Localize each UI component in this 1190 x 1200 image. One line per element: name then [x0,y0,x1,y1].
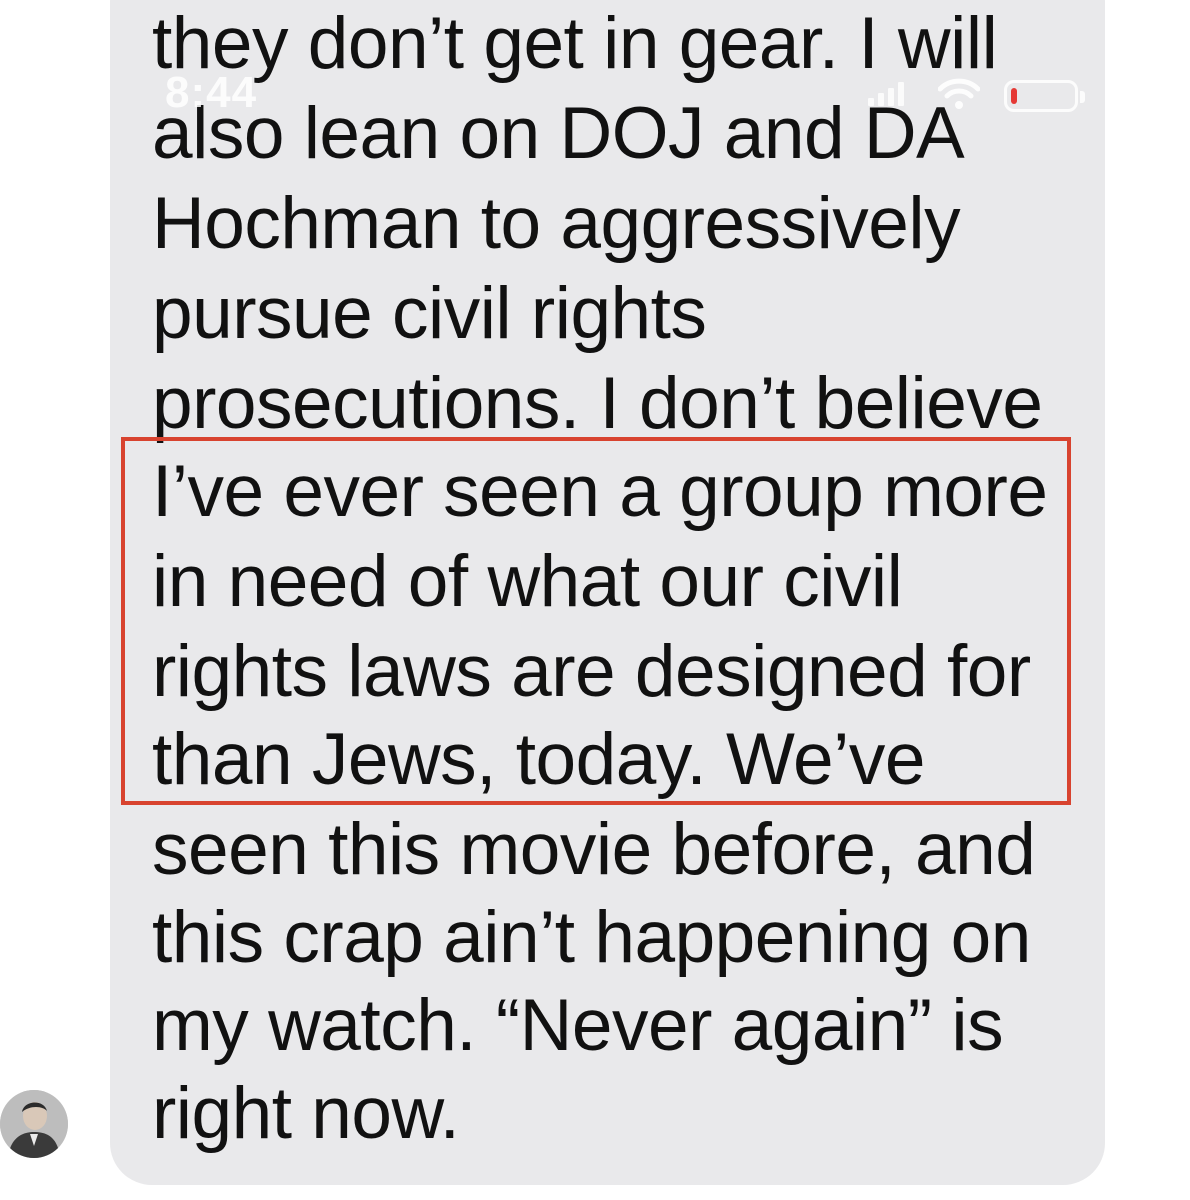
message-line-10: seen this movie before, and [152,809,1036,890]
message-line-12: my watch. “Never again” is [152,985,1004,1066]
battery-cap [1080,91,1085,103]
message-line-1: they don’t get in gear. I will [152,3,998,84]
message-line-5: prosecutions. I don’t believe [152,363,1043,444]
battery-icon [1004,80,1085,112]
person-avatar-icon [0,1090,68,1158]
message-line-4: pursue civil rights [152,273,707,354]
status-time: 8:44 [165,68,258,117]
message-line-13: right now. [152,1073,460,1154]
message-line-11: this crap ain’t happening on [152,897,1031,978]
cellular-signal-icon [868,82,904,106]
message-line-3: Hochman to aggressively [152,183,961,264]
wifi-icon [938,78,980,109]
highlight-box [121,437,1071,805]
message-line-2: also lean on DOJ and DA [152,93,965,174]
sender-avatar[interactable] [0,1090,68,1158]
battery-level [1011,88,1017,104]
